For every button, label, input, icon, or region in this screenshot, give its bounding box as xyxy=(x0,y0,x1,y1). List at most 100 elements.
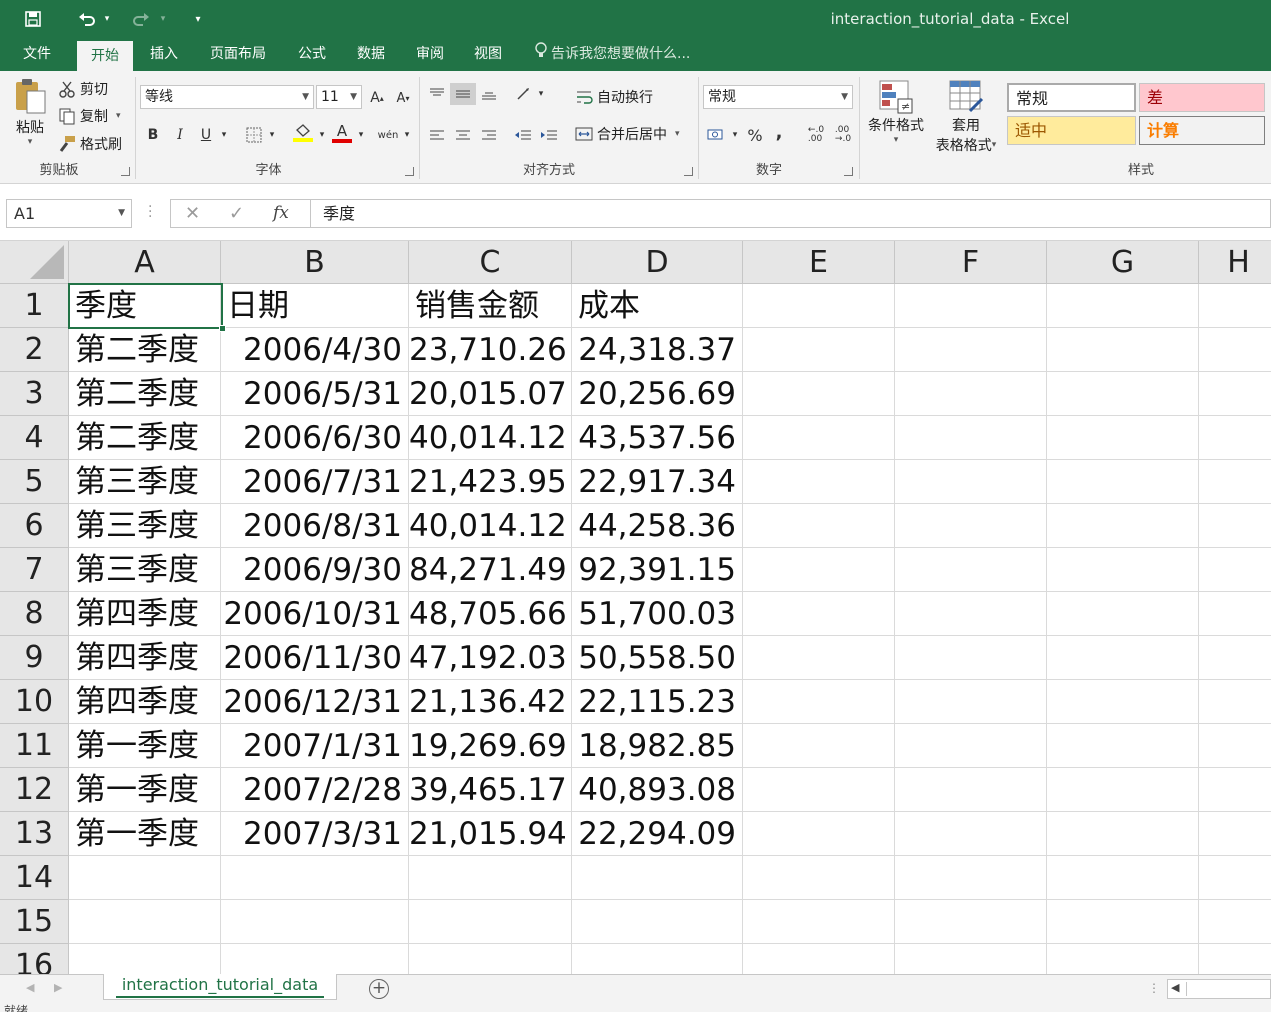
cell-e11[interactable] xyxy=(743,724,895,768)
number-launcher-icon[interactable] xyxy=(844,167,853,176)
select-all-button[interactable] xyxy=(0,241,69,284)
decrease-indent-icon[interactable] xyxy=(512,124,534,146)
cell-e9[interactable] xyxy=(743,636,895,680)
prev-sheet-icon[interactable]: ◀ xyxy=(26,981,34,994)
cell-b4[interactable]: 2006/6/30 xyxy=(221,416,409,460)
cell-a6[interactable]: 第三季度 xyxy=(69,504,221,548)
enter-icon[interactable]: ✓ xyxy=(229,200,244,227)
cell-c7[interactable]: 84,271.49 xyxy=(409,548,572,592)
cell-b12[interactable]: 2007/2/28 xyxy=(221,768,409,812)
cell-b2[interactable]: 2006/4/30 xyxy=(221,328,409,372)
cell-f1[interactable] xyxy=(895,284,1047,328)
cell-e2[interactable] xyxy=(743,328,895,372)
cell-d2[interactable]: 24,318.37 xyxy=(572,328,743,372)
italic-button[interactable]: I xyxy=(170,124,190,146)
align-middle-icon[interactable] xyxy=(450,83,476,105)
cell-e5[interactable] xyxy=(743,460,895,504)
cell-a1[interactable]: 季度 xyxy=(69,284,221,328)
cell-a9[interactable]: 第四季度 xyxy=(69,636,221,680)
cell-g6[interactable] xyxy=(1047,504,1199,548)
cell-c2[interactable]: 23,710.26 xyxy=(409,328,572,372)
cell-g13[interactable] xyxy=(1047,812,1199,856)
cell-g7[interactable] xyxy=(1047,548,1199,592)
font-color-icon[interactable]: A xyxy=(330,122,354,144)
redo-icon[interactable] xyxy=(128,8,154,30)
wrap-text-button[interactable]: 自动换行 xyxy=(575,87,653,107)
font-launcher-icon[interactable] xyxy=(405,167,414,176)
cell-g9[interactable] xyxy=(1047,636,1199,680)
row-header-14[interactable]: 14 xyxy=(0,856,69,900)
cell-f15[interactable] xyxy=(895,900,1047,944)
cell-f12[interactable] xyxy=(895,768,1047,812)
tab-formulas[interactable]: 公式 xyxy=(288,38,336,71)
row-header-8[interactable]: 8 xyxy=(0,592,69,636)
cell-d7[interactable]: 92,391.15 xyxy=(572,548,743,592)
cell-b16[interactable] xyxy=(221,944,409,974)
orientation-icon[interactable] xyxy=(513,83,535,105)
clipboard-launcher-icon[interactable] xyxy=(121,167,130,176)
cell-f9[interactable] xyxy=(895,636,1047,680)
cell-h14[interactable] xyxy=(1199,856,1271,900)
cell-e4[interactable] xyxy=(743,416,895,460)
cell-f3[interactable] xyxy=(895,372,1047,416)
row-header-12[interactable]: 12 xyxy=(0,768,69,812)
name-box[interactable]: A1 ▼ xyxy=(6,199,132,228)
column-header-d[interactable]: D xyxy=(572,241,743,284)
column-header-c[interactable]: C xyxy=(409,241,572,284)
undo-dropdown-icon[interactable]: ▾ xyxy=(100,8,114,30)
cell-c13[interactable]: 21,015.94 xyxy=(409,812,572,856)
format-as-table-button[interactable]: 套用 表格格式 ▾ xyxy=(930,79,1002,155)
cell-h13[interactable] xyxy=(1199,812,1271,856)
column-header-b[interactable]: B xyxy=(221,241,409,284)
cell-e15[interactable] xyxy=(743,900,895,944)
cell-e14[interactable] xyxy=(743,856,895,900)
cell-c11[interactable]: 19,269.69 xyxy=(409,724,572,768)
cell-b10[interactable]: 2006/12/31 xyxy=(221,680,409,724)
cell-h15[interactable] xyxy=(1199,900,1271,944)
row-header-2[interactable]: 2 xyxy=(0,328,69,372)
font-size-dropdown[interactable]: 11 ▼ xyxy=(316,85,362,109)
cell-e13[interactable] xyxy=(743,812,895,856)
align-bottom-icon[interactable] xyxy=(478,83,500,105)
borders-icon[interactable] xyxy=(243,124,265,146)
sheet-tab-active[interactable]: interaction_tutorial_data xyxy=(103,974,337,1000)
align-top-icon[interactable] xyxy=(426,83,448,105)
font-color-dropdown-icon[interactable]: ▾ xyxy=(355,124,367,146)
cell-b9[interactable]: 2006/11/30 xyxy=(221,636,409,680)
style-calculation[interactable]: 计算 xyxy=(1139,116,1265,145)
tell-me-box[interactable]: 告诉我您想要做什么... xyxy=(534,38,690,71)
tab-page-layout[interactable]: 页面布局 xyxy=(200,38,276,71)
formula-input[interactable]: 季度 xyxy=(310,199,1271,228)
cell-d1[interactable]: 成本 xyxy=(572,284,743,328)
next-sheet-icon[interactable]: ▶ xyxy=(54,981,62,994)
cell-g2[interactable] xyxy=(1047,328,1199,372)
cell-g8[interactable] xyxy=(1047,592,1199,636)
cell-f4[interactable] xyxy=(895,416,1047,460)
cell-a10[interactable]: 第四季度 xyxy=(69,680,221,724)
cell-b8[interactable]: 2006/10/31 xyxy=(221,592,409,636)
cell-h8[interactable] xyxy=(1199,592,1271,636)
number-format-dropdown[interactable]: 常规 ▼ xyxy=(703,85,853,109)
cell-c16[interactable] xyxy=(409,944,572,974)
insert-function-icon[interactable]: fx xyxy=(273,200,289,227)
bold-button[interactable]: B xyxy=(143,124,163,146)
cell-a2[interactable]: 第二季度 xyxy=(69,328,221,372)
cell-e8[interactable] xyxy=(743,592,895,636)
decrease-decimal-icon[interactable]: .00 →.0 xyxy=(832,124,854,146)
column-header-g[interactable]: G xyxy=(1047,241,1199,284)
column-header-h[interactable]: H xyxy=(1199,241,1271,284)
cell-b5[interactable]: 2006/7/31 xyxy=(221,460,409,504)
tab-data[interactable]: 数据 xyxy=(346,38,396,71)
cell-f7[interactable] xyxy=(895,548,1047,592)
cell-f2[interactable] xyxy=(895,328,1047,372)
cell-h4[interactable] xyxy=(1199,416,1271,460)
decrease-font-size-icon[interactable]: A ▾ xyxy=(393,87,413,109)
add-sheet-icon[interactable]: + xyxy=(369,979,389,999)
cell-d13[interactable]: 22,294.09 xyxy=(572,812,743,856)
cell-h9[interactable] xyxy=(1199,636,1271,680)
row-header-11[interactable]: 11 xyxy=(0,724,69,768)
cell-e1[interactable] xyxy=(743,284,895,328)
cell-a5[interactable]: 第三季度 xyxy=(69,460,221,504)
orientation-dropdown-icon[interactable]: ▾ xyxy=(536,83,546,105)
cell-c9[interactable]: 47,192.03 xyxy=(409,636,572,680)
